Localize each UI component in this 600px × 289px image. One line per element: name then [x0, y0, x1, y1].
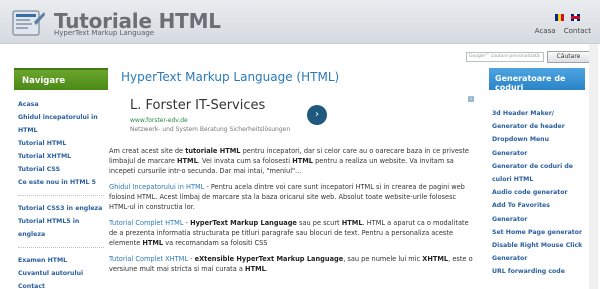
text-bold: HTML [245, 265, 266, 273]
gen-item[interactable]: Add To Favorites [492, 199, 585, 212]
ad-banner[interactable]: L. Forster IT-Services www.forster-edv.d… [124, 94, 474, 142]
nav-item-tutorial-xhtml[interactable]: Tutorial XHTML [18, 150, 108, 163]
english-flag-icon[interactable] [571, 14, 581, 21]
ad-choices-icon[interactable]: i [468, 96, 474, 102]
nav-item-tutorial-html[interactable]: Tutorial HTML [18, 137, 108, 150]
text-bold: HTML [177, 157, 198, 165]
nav-item-contact[interactable]: Contact [18, 280, 108, 289]
site-header: Tutoriale HTML HyperText Markup Language… [0, 0, 600, 44]
text: - [188, 255, 195, 263]
generators-heading: Generatoare de coduri [489, 68, 585, 90]
text-bold: tutoriale HTML [185, 147, 241, 155]
right-sidebar: Generatoare de coduri 3d Header Maker/ G… [489, 68, 585, 279]
link-contact[interactable]: Contact [564, 27, 591, 35]
text: , sau pe numele lui mic [343, 255, 423, 263]
tutorial-xhtml-link[interactable]: Tutorial Complet XHTML [109, 255, 188, 263]
tutorial-html-link[interactable]: Tutorial Complet HTML [109, 219, 184, 227]
gen-item[interactable]: Audio code generator [492, 186, 585, 199]
text: . Vei invata cum sa folosesti [197, 157, 293, 165]
ad-description: Netzwerk- und System Beratung Sicherheit… [130, 126, 291, 133]
gen-item[interactable]: Disable Right Mouse Click [492, 239, 585, 252]
gen-item[interactable]: Generator de header [492, 120, 585, 133]
text-bold: HTML [341, 219, 363, 227]
gen-item[interactable]: Generator [492, 252, 585, 265]
text: va recomandam sa folositi CSS [163, 239, 268, 247]
nav-divider [18, 247, 104, 248]
gen-item[interactable]: Generator [492, 213, 585, 226]
text-bold: HTML [292, 157, 313, 165]
text: Am creat acest site de [109, 147, 186, 155]
intro-paragraph: Am creat acest site de tutoriale HTML pe… [109, 146, 475, 176]
gen-item[interactable]: Generator de coduri de [492, 160, 585, 173]
romanian-flag-icon[interactable] [555, 14, 564, 21]
main-content: Am creat acest site de tutoriale HTML pe… [109, 146, 475, 280]
search-input[interactable]: Google™ cautare personalizată [466, 52, 544, 62]
nav-item-autor[interactable]: Cuvantul autorului [18, 267, 108, 280]
page-title: HyperText Markup Language (HTML) [121, 70, 340, 84]
gen-item[interactable]: Dropdown Menu [492, 133, 585, 146]
text: sau pe scurt [296, 219, 342, 227]
gen-item[interactable]: culori HTML [492, 173, 585, 186]
ad-url[interactable]: www.forster-edv.de [130, 117, 188, 124]
page-scrollbar[interactable] [589, 44, 598, 289]
arrow-right-icon[interactable]: › [307, 105, 327, 125]
xhtml-paragraph: Tutorial Complet XHTML - eXtensible Hype… [109, 254, 475, 274]
gen-item[interactable]: 3d Header Maker/ [492, 107, 585, 120]
top-links: Acasa Contact [529, 27, 591, 35]
generators-list: 3d Header Maker/ Generator de header Dro… [489, 90, 585, 279]
nav-item-ghid[interactable]: Ghidul incepatorului in HTML [18, 111, 108, 137]
site-subtitle: HyperText Markup Language [54, 29, 155, 37]
search-button[interactable]: Căutare [547, 51, 590, 63]
nav-list: Acasa Ghidul incepatorului in HTML Tutor… [14, 90, 108, 289]
nav-item-html5-en[interactable]: Tutorial HTML5 in engleza [18, 215, 108, 241]
nav-item-examen[interactable]: Examen HTML [18, 254, 108, 267]
ghid-link[interactable]: Ghidul Incepatorului in HTML [109, 183, 204, 191]
text-bold: HyperText Markup Language [190, 219, 297, 227]
text-bold: XHTML [422, 255, 449, 263]
text-bold: eXtensible HyperText Markup Language [194, 255, 344, 263]
text: . [265, 265, 268, 273]
nav-item-html5-new[interactable]: Ce este nou in HTML 5 [18, 176, 108, 189]
nav-divider [18, 195, 104, 196]
gen-item[interactable]: Generator [492, 147, 585, 160]
nav-heading: Navigare [14, 68, 108, 90]
link-acasa[interactable]: Acasa [535, 27, 556, 35]
ad-title[interactable]: L. Forster IT-Services [130, 98, 265, 113]
nav-item-acasa[interactable]: Acasa [18, 98, 108, 111]
ghid-paragraph: Ghidul Incepatorului in HTML - Pentru ac… [109, 182, 475, 212]
gen-item[interactable]: URL forwarding code [492, 265, 585, 278]
left-sidebar: Navigare Acasa Ghidul incepatorului in H… [14, 68, 108, 289]
text-bold: HTML [142, 239, 164, 247]
nav-item-tutorial-css[interactable]: Tutorial CSS [18, 163, 108, 176]
site-logo-icon[interactable] [12, 8, 46, 38]
html-paragraph: Tutorial Complet HTML - HyperText Markup… [109, 218, 475, 248]
nav-item-css3-en[interactable]: Tutorial CSS3 in engleza [18, 202, 108, 215]
gen-item[interactable]: Set Home Page generator [492, 226, 585, 239]
